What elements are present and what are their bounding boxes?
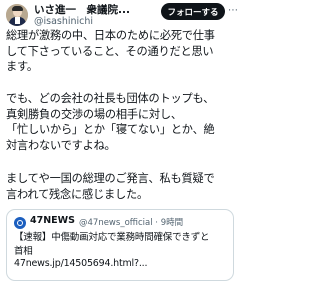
quoted-headline-cont: 首相 — [14, 246, 33, 257]
tweet-line: 「忙しいから」とか「寝てない」とか、絶 — [6, 123, 215, 137]
tweet-line: 言われて残念に感じました。 — [6, 187, 148, 201]
tweet-line: 対言わないですよね。 — [6, 138, 116, 152]
tweet-line: ます。 — [6, 60, 38, 74]
tweet-line: 総理が激務の中、日本のために必死で仕事 — [6, 29, 215, 42]
tweet-line: ましてや一国の総理のご発言、私も質疑で — [6, 172, 215, 185]
tweet-line: 真剣勝負の交渉の場の相手に対し、 — [6, 107, 182, 121]
quoted-tweet-card[interactable]: 47NEWS @47news_official · 9時間 【速報】中傷動画対応… — [6, 209, 234, 281]
author-display-name[interactable]: いさ進一 衆議院... — [34, 2, 156, 17]
more-icon[interactable]: ⋯ — [228, 6, 238, 16]
follow-button[interactable]: フォローする — [161, 3, 225, 20]
tweet-line: でも、どの会社の社長も団体のトップも、 — [6, 92, 215, 105]
avatar-hair — [12, 6, 23, 11]
tweet-line: して下さっていること、その通りだと思い — [6, 44, 214, 58]
tweet-paragraph-2: でも、どの会社の社長も団体のトップも、 真剣勝負の交渉の場の相手に対し、 「忙し… — [6, 91, 238, 153]
tweet-paragraph-1: 総理が激務の中、日本のために必死で仕事 して下さっていること、その通りだと思い … — [6, 28, 238, 75]
tweet-paragraph-3: ましてや一国の総理のご発言、私も質疑で 言われて残念に感じました。 — [6, 171, 238, 202]
news-logo-mark — [17, 220, 23, 226]
quoted-headline: 【速報】中傷動画対応で業務時間確保できずと — [14, 232, 210, 243]
author-handle[interactable]: @isashinichi — [34, 16, 93, 27]
avatar-collar — [15, 17, 20, 24]
avatar[interactable] — [6, 4, 28, 26]
news-logo-icon — [14, 217, 26, 229]
quoted-source-handle: @47news_official · 9時間 — [79, 218, 184, 228]
quoted-link[interactable]: 47news.jp/14505694.html?... — [14, 258, 147, 269]
quoted-source-name[interactable]: 47NEWS — [30, 215, 75, 226]
